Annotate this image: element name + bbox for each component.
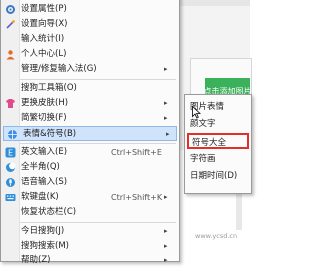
menu-item-soft-keyboard[interactable]: 软键盘(K) Ctrl+Shift+K ▸ bbox=[2, 190, 178, 205]
submenu-item-ascii-art[interactable]: 字符画 bbox=[187, 151, 249, 167]
mic-icon bbox=[5, 177, 16, 188]
menu-item-label: 帮助 bbox=[21, 255, 39, 265]
chevron-right-icon: ▸ bbox=[164, 256, 168, 264]
chevron-right-icon: ▸ bbox=[164, 99, 168, 107]
watermark: www.ycsd.cn bbox=[195, 232, 238, 240]
menu-item-key: (I) bbox=[55, 34, 65, 44]
globe-icon bbox=[7, 129, 18, 140]
menu-item-label: 英文输入 bbox=[21, 147, 56, 157]
menu-item-label: 设置属性 bbox=[21, 4, 56, 14]
menu-item-simplified-traditional[interactable]: 简繁切换(F) ▸ bbox=[2, 111, 178, 126]
menu-item-key: (L) bbox=[55, 49, 67, 59]
menu-item-label: 语音输入 bbox=[21, 177, 56, 187]
menu-item-key: (P) bbox=[55, 4, 67, 14]
user-icon bbox=[5, 49, 16, 60]
chevron-right-icon: ▸ bbox=[164, 114, 168, 122]
menu-item-key: (Q) bbox=[46, 162, 60, 172]
menu-item-help[interactable]: 帮助(Z) ▸ bbox=[2, 253, 178, 268]
chevron-right-icon: ▸ bbox=[164, 242, 168, 250]
menu-item-key: (F) bbox=[55, 113, 67, 123]
menu-item-label: 设置向导 bbox=[21, 19, 56, 29]
menu-item-shortcut: Ctrl+Shift+K bbox=[111, 193, 163, 202]
menu-item-label: 搜狗搜索 bbox=[21, 241, 56, 251]
menu-item-label: 软键盘 bbox=[21, 192, 47, 202]
menu-separator bbox=[20, 222, 176, 223]
menu-item-key: (M) bbox=[55, 241, 69, 251]
submenu-item-symbol-collection[interactable]: 符号大全 bbox=[187, 133, 249, 149]
menu-item-voice-input[interactable]: 语音输入(S) bbox=[2, 175, 178, 190]
wand-icon bbox=[5, 19, 16, 30]
menu-item-label: 表情&符号 bbox=[23, 129, 64, 139]
menu-item-key: (J) bbox=[55, 226, 65, 236]
menu-item-toolbox[interactable]: 搜狗工具箱(O) bbox=[2, 81, 178, 96]
menu-item-key: (Z) bbox=[38, 255, 51, 265]
skin-icon bbox=[5, 98, 16, 109]
chevron-right-icon: ▸ bbox=[164, 193, 168, 201]
keyboard-icon bbox=[5, 192, 16, 203]
chevron-right-icon: ▸ bbox=[166, 130, 170, 138]
menu-item-label: 个人中心 bbox=[21, 49, 56, 59]
menu-item-label: 今日搜狗 bbox=[21, 226, 56, 236]
svg-text:E: E bbox=[8, 149, 13, 158]
menu-separator bbox=[20, 143, 176, 144]
menu-item-key: (C) bbox=[63, 207, 77, 217]
menu-item-key: (S) bbox=[55, 177, 68, 187]
menu-item-personal-center[interactable]: 个人中心(L) bbox=[2, 47, 178, 62]
chevron-right-icon: ▸ bbox=[164, 227, 168, 235]
menu-item-key: (O) bbox=[63, 83, 77, 93]
english-icon: E bbox=[5, 147, 16, 158]
menu-item-key: (E) bbox=[55, 147, 68, 157]
menu-item-label: 管理/修复输入法 bbox=[21, 64, 84, 74]
menu-item-label: 输入统计 bbox=[21, 34, 56, 44]
menu-item-key: (H) bbox=[55, 98, 69, 108]
submenu-item-date-time[interactable]: 日期时间(D) bbox=[187, 168, 249, 184]
menu-item-settings[interactable]: 设置属性(P) bbox=[2, 2, 178, 17]
menu-item-manage-repair[interactable]: 管理/修复输入法(G) ▸ bbox=[2, 62, 178, 77]
menu-item-today-sogou[interactable]: 今日搜狗(J) ▸ bbox=[2, 224, 178, 239]
menu-item-key: (G) bbox=[83, 64, 97, 74]
moon-icon bbox=[5, 162, 16, 173]
menu-item-sogou-search[interactable]: 搜狗搜索(M) ▸ bbox=[2, 239, 178, 254]
menu-item-shortcut: Ctrl+Shift+E bbox=[111, 148, 162, 157]
gear-icon bbox=[5, 4, 16, 15]
chevron-right-icon: ▸ bbox=[164, 65, 168, 73]
menu-item-label: 搜狗工具箱 bbox=[21, 83, 64, 93]
menu-item-emoji-symbols[interactable]: 表情&符号(B) ▸ bbox=[3, 126, 177, 141]
menu-item-key: (X) bbox=[55, 19, 68, 29]
menu-item-full-half-width[interactable]: 全半角(Q) bbox=[2, 160, 178, 175]
menu-separator bbox=[20, 79, 176, 80]
menu-item-key: (K) bbox=[46, 192, 59, 202]
menu-item-label: 恢复状态栏 bbox=[21, 207, 64, 217]
context-menu: 设置属性(P) 设置向导(X) 输入统计(I) 个人中心(L) 管理/修复输入法… bbox=[0, 0, 180, 265]
menu-item-english-input[interactable]: E 英文输入(E) Ctrl+Shift+E bbox=[2, 145, 178, 160]
menu-item-label: 全半角 bbox=[21, 162, 47, 172]
menu-item-label: 简繁切换 bbox=[21, 113, 56, 123]
menu-item-change-skin[interactable]: 更换皮肤(H) ▸ bbox=[2, 96, 178, 111]
menu-item-label: 更换皮肤 bbox=[21, 98, 56, 108]
menu-item-key: (B) bbox=[63, 129, 77, 139]
menu-item-restore-statusbar[interactable]: 恢复状态栏(C) bbox=[2, 205, 178, 220]
menu-item-input-stats[interactable]: 输入统计(I) bbox=[2, 32, 178, 47]
menu-item-setup-wizard[interactable]: 设置向导(X) bbox=[2, 17, 178, 32]
